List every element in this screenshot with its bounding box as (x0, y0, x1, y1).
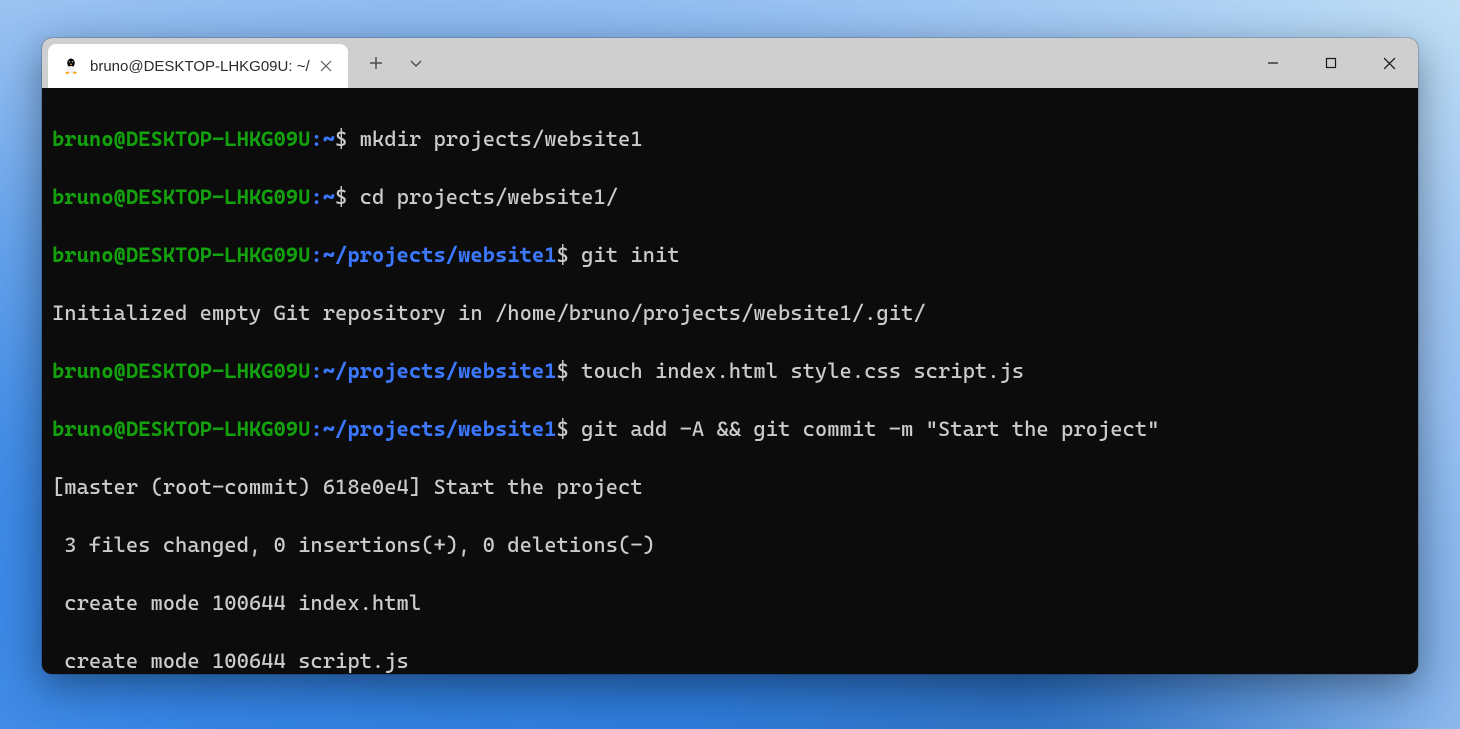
terminal-line: bruno@DESKTOP-LHKG09U:~$ cd projects/web… (52, 183, 1408, 212)
terminal-line: 3 files changed, 0 insertions(+), 0 dele… (52, 531, 1408, 560)
tab-title: bruno@DESKTOP-LHKG09U: ~/ (90, 58, 310, 75)
terminal-line: Initialized empty Git repository in /hom… (52, 299, 1408, 328)
terminal-line: create mode 100644 script.js (52, 647, 1408, 674)
maximize-button[interactable] (1302, 38, 1360, 88)
terminal-line: create mode 100644 index.html (52, 589, 1408, 618)
new-tab-button[interactable] (356, 41, 396, 85)
tab-dropdown-button[interactable] (396, 41, 436, 85)
close-window-button[interactable] (1360, 38, 1418, 88)
tab-actions (348, 38, 444, 88)
minimize-button[interactable] (1244, 38, 1302, 88)
titlebar: bruno@DESKTOP-LHKG09U: ~/ (42, 38, 1418, 88)
tab-close-button[interactable] (314, 54, 338, 78)
terminal-line: bruno@DESKTOP-LHKG09U:~/projects/website… (52, 415, 1408, 444)
terminal-output[interactable]: bruno@DESKTOP-LHKG09U:~$ mkdir projects/… (42, 88, 1418, 674)
terminal-line: bruno@DESKTOP-LHKG09U:~/projects/website… (52, 241, 1408, 270)
terminal-line: [master (root-commit) 618e0e4] Start the… (52, 473, 1408, 502)
tux-icon (62, 57, 80, 75)
terminal-line: bruno@DESKTOP-LHKG09U:~$ mkdir projects/… (52, 125, 1408, 154)
tab-active[interactable]: bruno@DESKTOP-LHKG09U: ~/ (48, 44, 348, 88)
terminal-window: bruno@DESKTOP-LHKG09U: ~/ brun (42, 38, 1418, 674)
window-controls (1244, 38, 1418, 88)
terminal-line: bruno@DESKTOP-LHKG09U:~/projects/website… (52, 357, 1408, 386)
